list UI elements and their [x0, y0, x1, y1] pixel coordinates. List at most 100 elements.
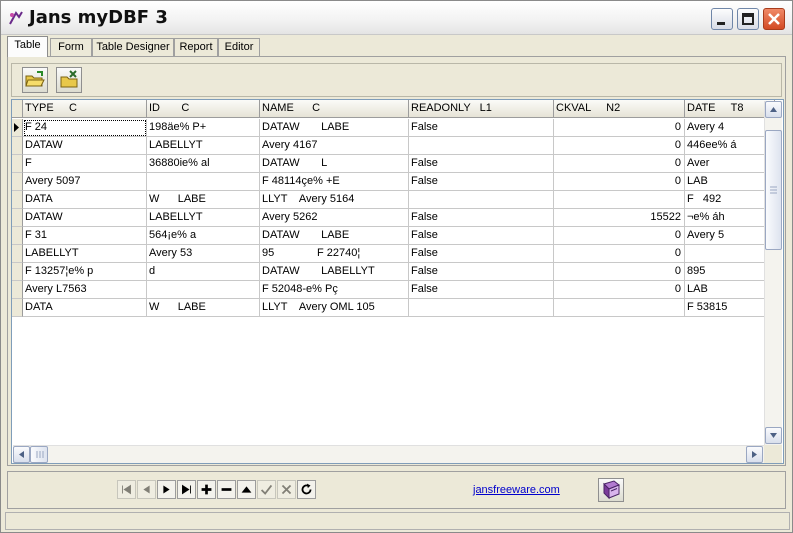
table-cell[interactable] [685, 245, 775, 263]
table-cell[interactable]: 446ee% á [685, 137, 775, 155]
close-button[interactable] [763, 8, 785, 30]
table-cell[interactable]: W LABE [147, 191, 260, 209]
table-cell[interactable]: 0 [554, 263, 685, 281]
table-cell[interactable]: 95 F 22740¦ [260, 245, 409, 263]
row-indicator[interactable] [12, 245, 23, 263]
table-cell[interactable] [409, 191, 554, 209]
table-cell[interactable] [409, 137, 554, 155]
row-indicator[interactable] [12, 137, 23, 155]
row-indicator[interactable] [12, 227, 23, 245]
column-header-id[interactable]: ID C [147, 100, 260, 118]
table-cell[interactable]: 15522 [554, 209, 685, 227]
table-cell[interactable]: 895 [685, 263, 775, 281]
table-cell[interactable]: Aver [685, 155, 775, 173]
table-cell[interactable]: 564¡e% a [147, 227, 260, 245]
scroll-left-button[interactable] [13, 446, 30, 463]
table-cell[interactable]: DATAW [23, 137, 147, 155]
table-cell[interactable]: F 492 [685, 191, 775, 209]
table-cell[interactable]: F 31 [23, 227, 147, 245]
table-cell[interactable]: F 48114çe% +E [260, 173, 409, 191]
scroll-down-button[interactable] [765, 427, 782, 444]
row-indicator[interactable] [12, 173, 23, 191]
table-cell[interactable] [554, 299, 685, 317]
table-cell[interactable]: Avery 5 [685, 227, 775, 245]
tab-table-designer[interactable]: Table Designer [92, 38, 174, 56]
table-cell[interactable]: 36880ie% al [147, 155, 260, 173]
table-cell[interactable]: Avery 5262 [260, 209, 409, 227]
table-cell[interactable]: d [147, 263, 260, 281]
table-cell[interactable] [409, 299, 554, 317]
table-cell[interactable]: 0 [554, 227, 685, 245]
next-record-button[interactable] [157, 480, 176, 499]
table-cell[interactable]: F 52048-e% Pç [260, 281, 409, 299]
table-cell[interactable]: F 53815 [685, 299, 775, 317]
table-cell[interactable]: 0 [554, 245, 685, 263]
table-cell[interactable]: False [409, 263, 554, 281]
table-cell[interactable] [147, 281, 260, 299]
data-grid[interactable]: TYPE C ID C NAME C READONLY L1 CKVAL N2 DATE … [11, 99, 784, 464]
help-button[interactable] [598, 478, 624, 502]
table-cell[interactable]: Avery L7563 [23, 281, 147, 299]
jansfreeware-link[interactable]: jansfreeware.com [473, 484, 560, 496]
scroll-up-button[interactable] [765, 101, 782, 118]
table-cell[interactable]: W LABE [147, 299, 260, 317]
table-cell[interactable]: DATA [23, 299, 147, 317]
tab-form[interactable]: Form [50, 38, 92, 56]
table-cell[interactable]: 0 [554, 119, 685, 137]
table-cell[interactable]: False [409, 173, 554, 191]
tab-table[interactable]: Table [7, 36, 48, 57]
scroll-right-button[interactable] [746, 446, 763, 463]
table-cell[interactable]: LAB [685, 281, 775, 299]
column-header-date[interactable]: DATE T8 [685, 100, 775, 118]
insert-record-button[interactable] [197, 480, 216, 499]
vertical-scrollbar[interactable] [764, 101, 782, 445]
table-cell[interactable]: DATAW [23, 209, 147, 227]
row-indicator[interactable] [12, 191, 23, 209]
table-cell[interactable]: Avery 4167 [260, 137, 409, 155]
table-cell[interactable]: F 24 [23, 119, 147, 137]
row-indicator[interactable] [12, 209, 23, 227]
minimize-button[interactable] [711, 8, 733, 30]
close-table-button[interactable] [56, 67, 82, 93]
delete-record-button[interactable] [217, 480, 236, 499]
vertical-scroll-thumb[interactable] [765, 130, 782, 250]
table-cell[interactable]: DATAW LABELLYT [260, 263, 409, 281]
table-cell[interactable]: LABELLYT [23, 245, 147, 263]
row-indicator[interactable] [12, 155, 23, 173]
table-cell[interactable]: Avery 4 [685, 119, 775, 137]
table-cell[interactable]: False [409, 281, 554, 299]
table-cell[interactable]: DATA [23, 191, 147, 209]
last-record-button[interactable] [177, 480, 196, 499]
table-cell[interactable]: 0 [554, 155, 685, 173]
table-cell[interactable]: False [409, 155, 554, 173]
table-cell[interactable]: DATAW L [260, 155, 409, 173]
column-header-ckval[interactable]: CKVAL N2 [554, 100, 685, 118]
table-cell[interactable]: LABELLYT [147, 209, 260, 227]
row-indicator[interactable] [12, 263, 23, 281]
table-cell[interactable]: DATAW LABE [260, 119, 409, 137]
table-cell[interactable]: LLYT Avery 5164 [260, 191, 409, 209]
table-cell[interactable]: 198äe% P+ [147, 119, 260, 137]
horizontal-scrollbar[interactable] [13, 445, 764, 463]
row-indicator[interactable] [12, 281, 23, 299]
table-cell[interactable]: F 13257¦e% p [23, 263, 147, 281]
table-cell[interactable]: 0 [554, 173, 685, 191]
table-cell[interactable]: LAB [685, 173, 775, 191]
horizontal-scroll-thumb[interactable] [30, 446, 48, 463]
table-cell[interactable] [554, 191, 685, 209]
maximize-button[interactable] [737, 8, 759, 30]
edit-record-button[interactable] [237, 480, 256, 499]
table-cell[interactable]: LABELLYT [147, 137, 260, 155]
table-cell[interactable]: Avery 53 [147, 245, 260, 263]
table-cell[interactable]: Avery 5097 [23, 173, 147, 191]
open-table-button[interactable] [22, 67, 48, 93]
row-indicator[interactable] [12, 299, 23, 317]
table-cell[interactable]: ¬e% áh [685, 209, 775, 227]
column-header-type[interactable]: TYPE C [23, 100, 147, 118]
table-cell[interactable]: False [409, 245, 554, 263]
table-cell[interactable]: 0 [554, 281, 685, 299]
table-cell[interactable]: False [409, 209, 554, 227]
column-header-readonly[interactable]: READONLY L1 [409, 100, 554, 118]
table-cell[interactable]: F [23, 155, 147, 173]
table-cell[interactable]: False [409, 119, 554, 137]
